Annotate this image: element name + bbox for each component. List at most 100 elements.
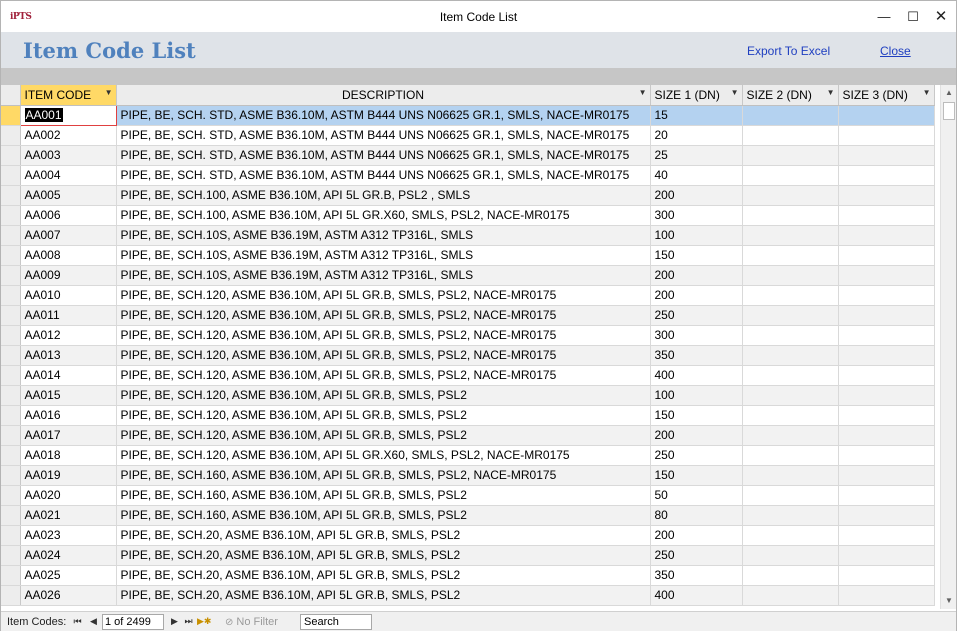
table-row[interactable]: AA009 PIPE, BE, SCH.10S, ASME B36.19M, AS… <box>1 265 935 286</box>
size2-cell[interactable] <box>742 405 839 426</box>
scroll-up-icon[interactable]: ▲ <box>941 85 957 101</box>
table-row[interactable]: AA015 PIPE, BE, SCH.120, ASME B36.10M, AP… <box>1 385 935 406</box>
column-dropdown-icon[interactable]: ▼ <box>105 88 113 97</box>
table-row[interactable]: AA014 PIPE, BE, SCH.120, ASME B36.10M, AP… <box>1 365 935 386</box>
item-code-cell[interactable]: AA011 <box>20 305 117 326</box>
size1-cell[interactable]: 200 <box>650 525 743 546</box>
last-record-icon[interactable]: ⏭ <box>182 614 195 629</box>
description-cell[interactable]: PIPE, BE, SCH.120, ASME B36.10M, API 5L … <box>116 385 651 406</box>
size1-cell[interactable]: 200 <box>650 185 743 206</box>
size3-cell[interactable] <box>838 585 935 606</box>
table-row[interactable]: AA003 PIPE, BE, SCH. STD, ASME B36.10M, A… <box>1 145 935 166</box>
search-input[interactable]: Search <box>300 614 372 630</box>
size2-cell[interactable] <box>742 585 839 606</box>
vertical-scrollbar[interactable]: ▲ ▼ <box>940 85 956 609</box>
record-selector[interactable] <box>1 325 21 346</box>
current-record-field[interactable]: 1 of 2499 <box>102 614 164 630</box>
size2-cell[interactable] <box>742 385 839 406</box>
table-row[interactable]: AA020 PIPE, BE, SCH.160, ASME B36.10M, AP… <box>1 485 935 506</box>
description-cell[interactable]: PIPE, BE, SCH.20, ASME B36.10M, API 5L G… <box>116 585 651 606</box>
size2-cell[interactable] <box>742 565 839 586</box>
description-cell[interactable]: PIPE, BE, SCH.160, ASME B36.10M, API 5L … <box>116 485 651 506</box>
size3-cell[interactable] <box>838 265 935 286</box>
column-header-size1[interactable]: SIZE 1 (DN) ▼ <box>650 85 743 106</box>
scroll-down-icon[interactable]: ▼ <box>941 593 957 609</box>
table-row[interactable]: AA012 PIPE, BE, SCH.120, ASME B36.10M, AP… <box>1 325 935 346</box>
size2-cell[interactable] <box>742 445 839 466</box>
item-code-cell[interactable]: AA010 <box>20 285 117 306</box>
scrollbar-thumb[interactable] <box>943 102 955 120</box>
record-selector[interactable] <box>1 485 21 506</box>
size1-cell[interactable]: 350 <box>650 345 743 366</box>
previous-record-icon[interactable]: ◀ <box>87 614 100 629</box>
record-selector[interactable] <box>1 565 21 586</box>
size2-cell[interactable] <box>742 225 839 246</box>
column-header-item-code[interactable]: ITEM CODE ▼ <box>20 85 117 106</box>
record-selector[interactable] <box>1 525 21 546</box>
size3-cell[interactable] <box>838 345 935 366</box>
size1-cell[interactable]: 350 <box>650 565 743 586</box>
description-cell[interactable]: PIPE, BE, SCH.120, ASME B36.10M, API 5L … <box>116 445 651 466</box>
record-selector[interactable] <box>1 245 21 266</box>
size2-cell[interactable] <box>742 165 839 186</box>
item-code-cell[interactable]: AA017 <box>20 425 117 446</box>
size1-cell[interactable]: 250 <box>650 545 743 566</box>
size2-cell[interactable] <box>742 305 839 326</box>
size2-cell[interactable] <box>742 125 839 146</box>
size3-cell[interactable] <box>838 245 935 266</box>
record-selector[interactable] <box>1 365 21 386</box>
description-cell[interactable]: PIPE, BE, SCH. STD, ASME B36.10M, ASTM B… <box>116 105 651 126</box>
size1-cell[interactable]: 100 <box>650 225 743 246</box>
description-cell[interactable]: PIPE, BE, SCH.160, ASME B36.10M, API 5L … <box>116 505 651 526</box>
size1-cell[interactable]: 20 <box>650 125 743 146</box>
close-form-button[interactable]: Close <box>880 44 911 58</box>
record-selector[interactable] <box>1 305 21 326</box>
size1-cell[interactable]: 150 <box>650 465 743 486</box>
size1-cell[interactable]: 150 <box>650 405 743 426</box>
description-cell[interactable]: PIPE, BE, SCH.120, ASME B36.10M, API 5L … <box>116 305 651 326</box>
size3-cell[interactable] <box>838 445 935 466</box>
record-selector[interactable] <box>1 225 21 246</box>
description-cell[interactable]: PIPE, BE, SCH. STD, ASME B36.10M, ASTM B… <box>116 125 651 146</box>
item-code-cell[interactable]: AA008 <box>20 245 117 266</box>
description-cell[interactable]: PIPE, BE, SCH.120, ASME B36.10M, API 5L … <box>116 285 651 306</box>
select-all-corner[interactable] <box>1 85 21 106</box>
size1-cell[interactable]: 150 <box>650 245 743 266</box>
table-row[interactable]: AA013 PIPE, BE, SCH.120, ASME B36.10M, AP… <box>1 345 935 366</box>
window-close-button[interactable]: ✕ <box>926 1 956 32</box>
description-cell[interactable]: PIPE, BE, SCH.120, ASME B36.10M, API 5L … <box>116 405 651 426</box>
size3-cell[interactable] <box>838 325 935 346</box>
size2-cell[interactable] <box>742 145 839 166</box>
size1-cell[interactable]: 250 <box>650 445 743 466</box>
table-row[interactable]: AA008 PIPE, BE, SCH.10S, ASME B36.19M, AS… <box>1 245 935 266</box>
column-dropdown-icon[interactable]: ▼ <box>639 88 647 97</box>
size2-cell[interactable] <box>742 525 839 546</box>
table-row[interactable]: AA023 PIPE, BE, SCH.20, ASME B36.10M, API… <box>1 525 935 546</box>
record-selector[interactable] <box>1 345 21 366</box>
item-code-cell[interactable]: AA001 <box>19 104 117 126</box>
size1-cell[interactable]: 300 <box>650 205 743 226</box>
record-selector[interactable] <box>1 445 21 466</box>
table-row[interactable]: AA011 PIPE, BE, SCH.120, ASME B36.10M, AP… <box>1 305 935 326</box>
item-code-cell[interactable]: AA012 <box>20 325 117 346</box>
size1-cell[interactable]: 400 <box>650 585 743 606</box>
size3-cell[interactable] <box>838 405 935 426</box>
record-selector[interactable] <box>1 105 21 126</box>
size2-cell[interactable] <box>742 205 839 226</box>
record-selector[interactable] <box>1 465 21 486</box>
record-selector[interactable] <box>1 185 21 206</box>
item-code-cell[interactable]: AA014 <box>20 365 117 386</box>
description-cell[interactable]: PIPE, BE, SCH.10S, ASME B36.19M, ASTM A3… <box>116 245 651 266</box>
size2-cell[interactable] <box>742 185 839 206</box>
description-cell[interactable]: PIPE, BE, SCH.20, ASME B36.10M, API 5L G… <box>116 545 651 566</box>
table-row[interactable]: AA021 PIPE, BE, SCH.160, ASME B36.10M, AP… <box>1 505 935 526</box>
record-selector[interactable] <box>1 585 21 606</box>
table-row[interactable]: AA006 PIPE, BE, SCH.100, ASME B36.10M, AP… <box>1 205 935 226</box>
table-row[interactable]: AA026 PIPE, BE, SCH.20, ASME B36.10M, API… <box>1 585 935 606</box>
size2-cell[interactable] <box>742 425 839 446</box>
description-cell[interactable]: PIPE, BE, SCH.160, ASME B36.10M, API 5L … <box>116 465 651 486</box>
item-code-cell[interactable]: AA009 <box>20 265 117 286</box>
size3-cell[interactable] <box>838 205 935 226</box>
item-code-cell[interactable]: AA025 <box>20 565 117 586</box>
item-code-cell[interactable]: AA018 <box>20 445 117 466</box>
